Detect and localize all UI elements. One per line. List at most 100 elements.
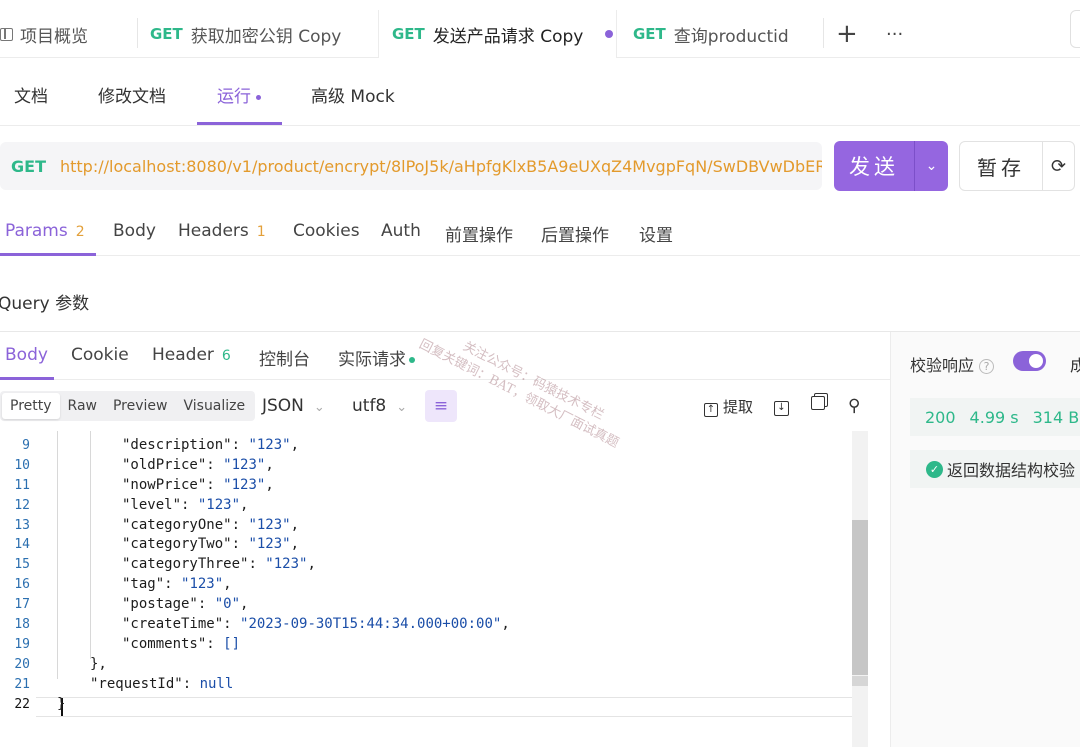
url-bar[interactable]: GET http://localhost:8080/v1/product/enc… [0, 142, 822, 190]
view-raw[interactable]: Raw [60, 393, 105, 419]
code-line: } [57, 696, 65, 712]
active-subnav-underline [197, 122, 282, 125]
tab-headers[interactable]: Headers 1 [178, 221, 266, 241]
response-stats: 200 4.99 s 314 B [910, 398, 1080, 436]
json-punct: , [307, 556, 316, 573]
tab-response-cookie[interactable]: Cookie [71, 345, 129, 365]
tab-post-request[interactable]: 后置操作 [541, 221, 609, 246]
schema-check-result[interactable]: ✓ 返回数据结构校验 [910, 450, 1080, 488]
json-colon: : [206, 456, 224, 473]
subnav-run[interactable]: 运行 [217, 82, 261, 107]
json-punct: , [240, 596, 249, 613]
line-number: 13 [14, 517, 30, 533]
json-colon: : [197, 596, 215, 613]
code-line: "level": "123", [122, 497, 248, 513]
word-wrap-icon[interactable]: ≡ [425, 390, 457, 422]
check-circle-icon: ✓ [926, 460, 943, 478]
tab-pre-request[interactable]: 前置操作 [445, 221, 513, 246]
tab-settings[interactable]: 设置 [639, 221, 673, 246]
current-line-highlight [36, 697, 852, 717]
json-punct: , [240, 431, 248, 433]
request-subnav: 文档 修改文档 运行 高级 Mock [0, 58, 1080, 126]
tab-query-productid[interactable]: GET 查询productid [633, 10, 789, 58]
format-value: JSON [262, 396, 304, 416]
tab-label: 发送产品请求 Copy [432, 26, 584, 47]
window-control[interactable] [1070, 10, 1080, 48]
add-tab-icon[interactable]: + [836, 10, 858, 58]
view-preview[interactable]: Preview [105, 393, 176, 419]
download-icon[interactable]: ↓ [774, 396, 789, 416]
unsaved-dot-icon [256, 94, 261, 100]
tab-label: 查询productid [673, 26, 789, 47]
json-value: "123" [248, 536, 291, 553]
tab-count-badge: 2 [75, 224, 85, 240]
json-key: "tag" [122, 576, 165, 593]
chevron-down-icon: ⌄ [313, 400, 325, 415]
json-value: "0" [214, 596, 241, 613]
chevron-down-icon[interactable]: ⌄ [915, 158, 948, 174]
view-visualize[interactable]: Visualize [175, 393, 253, 419]
json-key: "title" [122, 431, 181, 433]
vertical-scrollbar-thumb[interactable] [852, 520, 868, 675]
tab-label: Header [152, 345, 214, 365]
json-key: "requestId" [90, 675, 183, 692]
json-value: "123" [223, 456, 266, 473]
query-params-heading: Query 参数 [0, 294, 90, 314]
method-select[interactable]: GET [11, 157, 46, 176]
encoding-select[interactable]: utf8 ⌄ [352, 396, 407, 416]
tab-method: GET [633, 25, 666, 43]
extract-label: 提取 [723, 398, 754, 416]
tab-project-overview[interactable]: 项目概览 [0, 10, 88, 58]
copy-icon[interactable] [811, 396, 825, 414]
tab-response-body[interactable]: Body [5, 345, 48, 365]
tab-console[interactable]: 控制台 [259, 345, 310, 370]
tab-auth[interactable]: Auth [381, 221, 421, 241]
url-input[interactable]: http://localhost:8080/v1/product/encrypt… [60, 157, 822, 176]
line-number: 8 [0, 431, 30, 433]
code-line: "description": "123", [122, 437, 299, 453]
response-body-editor[interactable]: 8 "title": "123", 9 "description": "123", 10… [0, 431, 852, 747]
tab-label: 获取加密公钥 Copy [190, 26, 342, 47]
help-icon[interactable]: ? [979, 359, 995, 374]
subnav-advanced-mock[interactable]: 高级 Mock [311, 82, 395, 107]
json-colon: : [248, 556, 266, 573]
search-icon[interactable]: ⚲ [848, 396, 860, 416]
json-colon: : [206, 635, 224, 652]
refresh-icon[interactable]: ⟳ [1043, 156, 1074, 177]
more-tabs-icon[interactable]: ··· [886, 10, 903, 58]
tab-method: GET [150, 25, 183, 43]
tab-send-product-request[interactable]: GET 发送产品请求 Copy [378, 10, 617, 58]
json-value: null [199, 675, 234, 692]
tab-params[interactable]: Params 2 [5, 221, 85, 241]
verify-response-label: 校验响应? [910, 352, 995, 376]
code-line: "comments": [] [122, 636, 240, 652]
json-key: "oldPrice" [122, 456, 207, 473]
line-number: 9 [22, 437, 30, 453]
tab-response-header[interactable]: Header 6 [152, 345, 231, 365]
format-select[interactable]: JSON ⌄ [262, 396, 325, 416]
tab-body[interactable]: Body [113, 221, 156, 241]
send-button[interactable]: 发送 ⌄ [834, 141, 948, 191]
save-draft-button[interactable]: 暂存 ⟳ [959, 141, 1075, 191]
json-value: "123" [197, 496, 241, 513]
extract-button[interactable]: ↑ 提取 [704, 396, 753, 417]
json-punct: , [290, 436, 300, 453]
subnav-docs[interactable]: 文档 [14, 82, 48, 107]
tab-cookies[interactable]: Cookies [293, 221, 360, 241]
json-value: "2023-09-30T15:44:34.000+00:00" [240, 616, 502, 632]
line-number: 22 [14, 696, 30, 712]
subnav-edit-docs[interactable]: 修改文档 [98, 82, 166, 107]
request-param-tabs: Params 2 Body Headers 1 Cookies Auth 前置操作 … [0, 206, 1080, 256]
tab-get-public-key[interactable]: GET 获取加密公钥 Copy [150, 10, 341, 58]
json-key: "nowPrice" [122, 476, 207, 493]
json-key: "categoryTwo" [122, 536, 232, 553]
tab-actual-request[interactable]: 实际请求 [338, 345, 415, 370]
verify-toggle[interactable] [1013, 351, 1046, 371]
view-pretty[interactable]: Pretty [2, 393, 60, 419]
json-key: }, [90, 655, 107, 672]
line-number: 20 [14, 656, 30, 672]
code-line: "title": "123", [122, 431, 248, 433]
active-tab-underline [0, 253, 96, 256]
json-value: "123" [248, 516, 291, 533]
unsaved-dot-icon [605, 30, 614, 38]
